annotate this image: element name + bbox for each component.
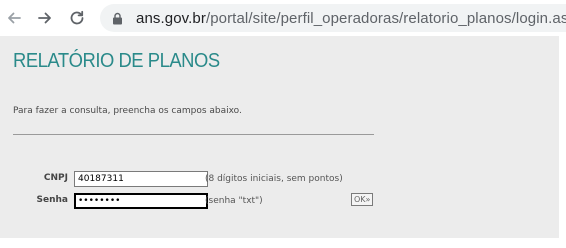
cnpj-input[interactable]: [74, 171, 208, 187]
browser-toolbar: ans.gov.br/portal/site/perfil_operadoras…: [0, 0, 566, 36]
reload-button[interactable]: [66, 7, 88, 29]
url-text: ans.gov.br/portal/site/perfil_operadoras…: [136, 10, 566, 27]
page-right-edge: [559, 36, 566, 248]
address-bar[interactable]: ans.gov.br/portal/site/perfil_operadoras…: [100, 4, 566, 32]
url-path: /portal/site/perfil_operadoras/relatorio…: [205, 9, 566, 27]
url-domain: ans.gov.br: [136, 9, 206, 27]
back-button[interactable]: [3, 7, 25, 29]
arrow-left-icon: [8, 12, 21, 24]
ok-button[interactable]: OK»: [351, 193, 374, 206]
instruction-text: Para fazer a consulta, preencha os campo…: [13, 106, 242, 116]
separator-line: [13, 134, 374, 135]
senha-input[interactable]: [74, 193, 208, 209]
senha-hint: (senha "txt"): [205, 196, 263, 206]
senha-label: Senha: [36, 195, 68, 205]
page-bottom-edge: [0, 238, 566, 248]
cnpj-hint: (8 dígitos iniciais, sem pontos): [205, 174, 343, 184]
lock-icon[interactable]: [110, 11, 124, 25]
cnpj-label: CNPJ: [43, 173, 68, 183]
forward-button[interactable]: [34, 7, 56, 29]
arrow-right-icon: [38, 12, 51, 24]
page-title: RELATÓRIO DE PLANOS: [13, 50, 220, 72]
reload-icon: [70, 10, 84, 25]
page-content: RELATÓRIO DE PLANOS Para fazer a consult…: [0, 36, 559, 238]
